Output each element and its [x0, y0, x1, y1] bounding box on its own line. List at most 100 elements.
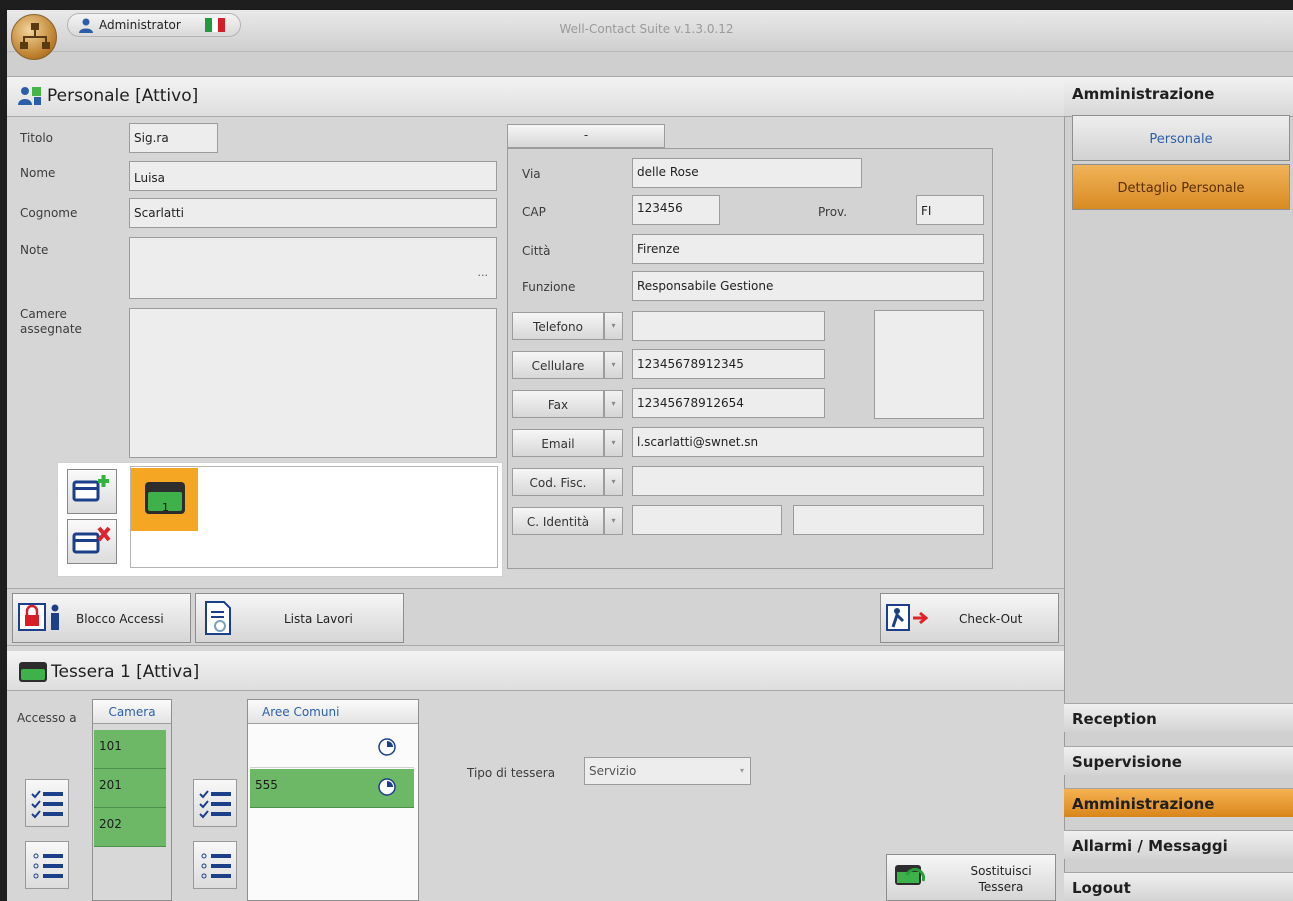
email-field[interactable]: l.scarlatti@swnet.sn — [632, 427, 984, 457]
camera-header: Camera — [93, 700, 171, 724]
check-out-icon — [886, 604, 929, 631]
card-item[interactable]: 1 — [131, 468, 198, 531]
app-logo-button[interactable] — [11, 14, 57, 60]
timer-icon[interactable] — [377, 777, 397, 797]
c-identita-type-button[interactable]: C. Identità — [512, 507, 604, 535]
user-icon — [79, 18, 93, 33]
telefono-field[interactable] — [632, 311, 825, 341]
citta-field[interactable]: Firenze — [632, 234, 984, 264]
cellulare-dropdown[interactable]: ▾ — [604, 351, 623, 379]
check-out-label: Check-Out — [959, 612, 1023, 626]
add-card-button[interactable] — [67, 469, 117, 514]
nav-reception[interactable]: Reception — [1064, 703, 1293, 732]
room-row[interactable]: 202 — [94, 808, 166, 847]
italian-flag-icon[interactable] — [205, 18, 226, 32]
camere-label: Camere assegnate — [20, 307, 82, 337]
telefono-type-button[interactable]: Telefono — [512, 312, 604, 340]
personale-title: Personale [Attivo] — [47, 86, 199, 106]
area-name: 555 — [255, 778, 278, 792]
lock-person-icon — [18, 603, 59, 631]
list-icon — [201, 853, 231, 879]
cap-label: CAP — [522, 205, 546, 219]
fax-field[interactable]: 12345678912654 — [632, 388, 825, 418]
note-label: Note — [20, 243, 49, 257]
c-identita-field[interactable] — [632, 505, 782, 535]
tessera-title: Tessera 1 [Attiva] — [51, 662, 200, 682]
staff-icon — [18, 87, 41, 105]
select-all-rooms-button[interactable] — [25, 779, 69, 827]
blocco-accessi-label: Blocco Accessi — [76, 612, 164, 626]
check-out-button[interactable]: Check-Out — [880, 593, 1059, 643]
cellulare-field[interactable]: 12345678912345 — [632, 349, 825, 379]
nav-supervisione[interactable]: Supervisione — [1064, 746, 1293, 775]
tipo-tessera-value: Servizio — [589, 764, 637, 778]
sostituisci-tessera-button[interactable]: Sostituisci Tessera — [886, 854, 1056, 901]
email-dropdown[interactable]: ▾ — [604, 429, 623, 457]
sidebar-item-personale[interactable]: Personale — [1072, 115, 1290, 161]
blocco-accessi-button[interactable]: Blocco Accessi — [12, 593, 191, 643]
nome-field[interactable]: Luisa — [129, 161, 497, 191]
tipo-tessera-label: Tipo di tessera — [467, 766, 556, 780]
aree-header: Aree Comuni — [248, 700, 418, 724]
cognome-field[interactable]: Scarlatti — [129, 198, 497, 228]
funzione-label: Funzione — [522, 280, 576, 294]
cod-fisc-dropdown[interactable]: ▾ — [604, 468, 623, 496]
personale-header: Personale [Attivo] — [7, 77, 1064, 117]
replace-card-icon — [895, 865, 926, 885]
nome-label: Nome — [20, 166, 56, 180]
funzione-field[interactable]: Responsabile Gestione — [632, 271, 984, 301]
note-more-button[interactable]: ... — [478, 266, 489, 279]
citta-label: Città — [522, 244, 551, 258]
user-name: Administrator — [99, 18, 181, 32]
camere-assegnate-list[interactable] — [129, 308, 497, 458]
card-number: 1 — [162, 501, 169, 514]
cap-field[interactable]: 123456 — [632, 195, 720, 225]
sidebar-header: Amministrazione — [1064, 77, 1293, 117]
list-icon — [33, 853, 63, 879]
timer-icon[interactable] — [377, 737, 397, 757]
fax-type-button[interactable]: Fax — [512, 390, 604, 418]
sostituisci-label: Sostituisci Tessera — [961, 863, 1041, 895]
fax-dropdown[interactable]: ▾ — [604, 390, 623, 418]
cognome-label: Cognome — [20, 206, 78, 220]
nav-allarmi-messaggi[interactable]: Allarmi / Messaggi — [1064, 830, 1293, 859]
sostituisci-line2: Tessera — [978, 880, 1024, 894]
address-tab[interactable]: - — [507, 124, 665, 148]
c-identita-dropdown[interactable]: ▾ — [604, 507, 623, 535]
email-type-button[interactable]: Email — [512, 429, 604, 457]
toolbar-strip — [7, 52, 1293, 77]
nav-logout[interactable]: Logout — [1064, 872, 1293, 901]
select-all-areas-button[interactable] — [193, 779, 237, 827]
checklist-icon — [199, 790, 231, 819]
chevron-down-icon: ▾ — [739, 766, 744, 775]
lista-lavori-button[interactable]: Lista Lavori — [195, 593, 404, 643]
room-row[interactable]: 101 — [94, 730, 166, 769]
accesso-label: Accesso a — [17, 711, 77, 725]
cod-fisc-field[interactable] — [632, 466, 984, 496]
cod-fisc-type-button[interactable]: Cod. Fisc. — [512, 468, 604, 496]
card-remove-icon — [72, 526, 111, 554]
active-card-icon — [19, 662, 47, 682]
titolo-label: Titolo — [20, 131, 54, 145]
list-areas-button[interactable] — [193, 841, 237, 889]
via-field[interactable]: delle Rose — [632, 158, 862, 188]
cellulare-type-button[interactable]: Cellulare — [512, 351, 604, 379]
room-row[interactable]: 201 — [94, 769, 166, 808]
user-badge[interactable]: Administrator — [67, 13, 241, 37]
telefono-dropdown[interactable]: ▾ — [604, 312, 623, 340]
sidebar-item-dettaglio-personale[interactable]: Dettaglio Personale — [1072, 164, 1290, 210]
camere-label-line2: assegnate — [20, 322, 82, 336]
photo-box — [874, 310, 984, 419]
note-field[interactable]: ... — [129, 237, 497, 299]
tipo-tessera-select[interactable]: Servizio ▾ — [584, 757, 751, 785]
remove-card-button[interactable] — [67, 519, 117, 564]
camere-label-line1: Camere — [20, 307, 67, 321]
c-identita-field-2[interactable] — [793, 505, 984, 535]
prov-field[interactable]: FI — [916, 195, 984, 225]
nav-amministrazione[interactable]: Amministrazione — [1064, 788, 1293, 817]
sostituisci-line1: Sostituisci — [970, 864, 1032, 878]
lista-lavori-label: Lista Lavori — [284, 612, 353, 626]
list-rooms-button[interactable] — [25, 841, 69, 889]
tessera-header: Tessera 1 [Attiva] — [7, 651, 1064, 691]
titolo-field[interactable]: Sig.ra — [129, 123, 218, 153]
